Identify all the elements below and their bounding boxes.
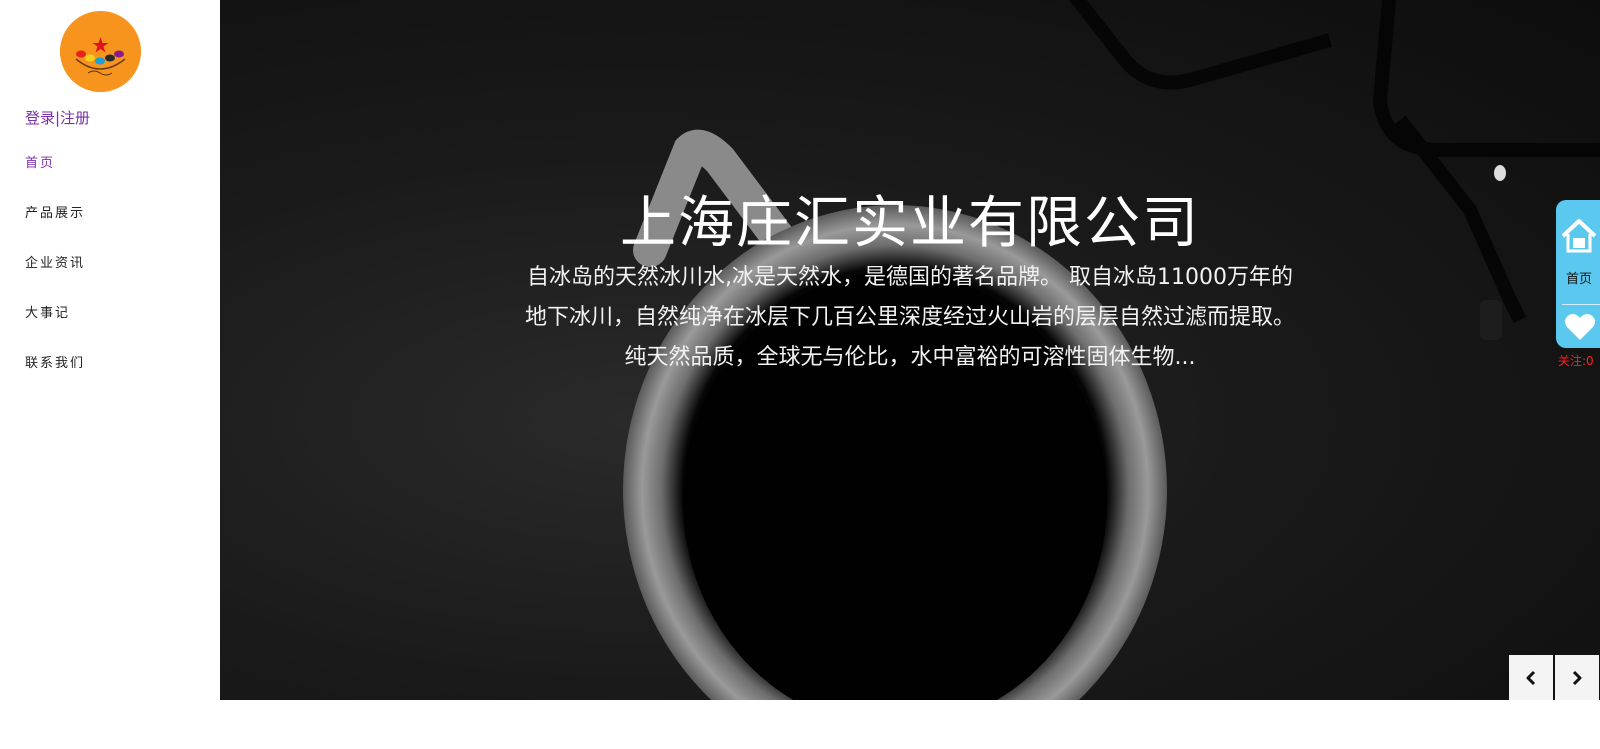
carousel-prev-button[interactable] [1509, 655, 1553, 700]
float-divider [1562, 304, 1600, 305]
hero-description: 自冰岛的天然冰川水,冰是天然水，是德国的著名品牌。 取自冰岛11000万年的地下… [525, 265, 1296, 370]
float-home-button[interactable]: 首页 [1556, 200, 1600, 302]
carousel-next-button[interactable] [1555, 655, 1599, 700]
login-register-link[interactable]: 登录|注册 [25, 107, 90, 128]
main-nav: 首页 产品展示 企业资讯 大事记 联系我们 [25, 156, 85, 406]
follow-count: 关注:0 [1558, 354, 1594, 368]
float-like-button[interactable] [1556, 306, 1600, 348]
logo[interactable] [60, 11, 141, 92]
sidebar: 登录|注册 首页 产品展示 企业资讯 大事记 联系我们 [0, 0, 220, 700]
nav-item-home[interactable]: 首页 [25, 156, 85, 206]
house-icon [1561, 219, 1597, 253]
chevron-left-icon [1526, 670, 1536, 685]
chevron-right-icon [1572, 670, 1582, 685]
nav-item-news[interactable]: 企业资讯 [25, 256, 85, 306]
floating-side-panel: 首页 [1556, 200, 1600, 348]
nav-item-milestones[interactable]: 大事记 [25, 306, 85, 356]
nav-item-contact[interactable]: 联系我们 [25, 356, 85, 406]
hero-title: 上海庄汇实业有限公司 [620, 191, 1200, 256]
heart-icon [1564, 314, 1596, 340]
hero-carousel: 上海庄汇实业有限公司 自冰岛的天然冰川水,冰是天然水，是德国的著名品牌。 取自冰… [220, 0, 1600, 700]
float-home-label: 首页 [1565, 272, 1592, 287]
nav-item-products[interactable]: 产品展示 [25, 206, 85, 256]
